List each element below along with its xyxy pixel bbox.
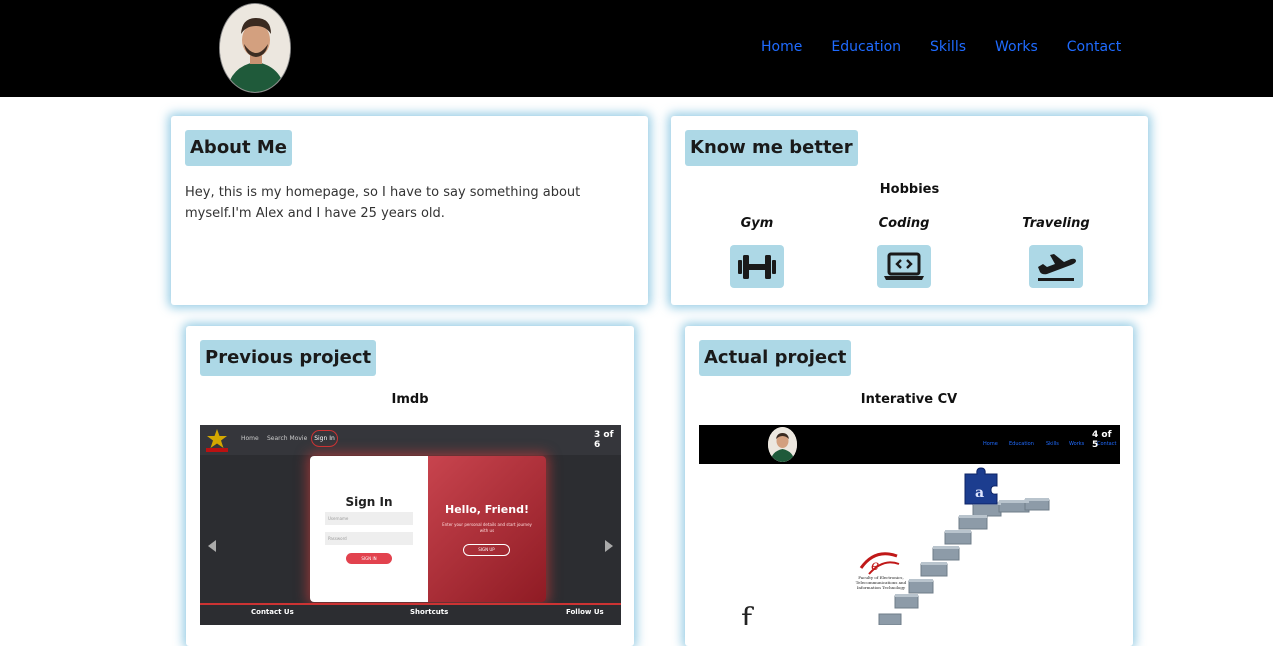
about-card: About Me Hey, this is my homepage, so I … (171, 116, 648, 305)
svg-text:a: a (975, 485, 984, 501)
cv-nav-home: Home (983, 441, 998, 447)
know-title: Know me better (685, 130, 858, 166)
cv-avatar (768, 427, 797, 462)
sign-in-heading: Sign In (345, 495, 393, 509)
footer-follow: Follow Us (566, 608, 604, 616)
password-field: Password (325, 532, 413, 545)
imdb-nav-home: Home (241, 435, 259, 442)
top-navbar: Home Education Skills Works Contact (0, 0, 1273, 97)
slide-counter: 4 of 5 (1092, 430, 1112, 450)
hobby-label: Traveling (1022, 216, 1090, 231)
svg-text:e: e (871, 558, 879, 574)
star-logo-icon (204, 427, 230, 453)
hobby-label: Coding (878, 216, 930, 231)
hobby-traveling: Traveling (996, 216, 1116, 288)
imdb-footer: Contact Us Shortcuts Follow Us (200, 603, 621, 625)
previous-project-name: Imdb (391, 392, 429, 407)
cv-nav-skills: Skills (1046, 441, 1059, 447)
faculty-caption: Faculty of Electronics, Telecommunicatio… (855, 575, 907, 590)
hobby-gym: Gym (697, 216, 817, 288)
plane-icon (1029, 245, 1083, 288)
cv-header: Home Education Skills Works Contact (699, 425, 1120, 464)
prev-slide-icon[interactable] (208, 540, 216, 552)
slide-counter: 3 of 6 (594, 430, 614, 450)
laptop-code-icon (877, 245, 931, 288)
actual-project-name: Interative CV (860, 392, 958, 407)
hobby-label: Gym (740, 216, 774, 231)
profile-avatar (219, 3, 291, 93)
previous-title: Previous project (200, 340, 377, 376)
actual-title: Actual project (699, 340, 852, 376)
nav-home-link[interactable]: Home (761, 39, 802, 55)
sign-up-panel: Hello, Friend! Enter your personal detai… (428, 456, 546, 602)
imdb-header: Home Search Movie Sign In (200, 425, 621, 455)
imdb-carousel[interactable]: Home Search Movie Sign In 3 of 6 Sign In… (200, 425, 621, 625)
nav-works-link[interactable]: Works (995, 39, 1038, 55)
hello-heading: Hello, Friend! (445, 503, 529, 516)
hobbies-heading: Hobbies (879, 182, 940, 197)
nav-education-link[interactable]: Education (831, 39, 901, 55)
svg-text:f: f (741, 602, 754, 625)
know-me-card: Know me better Hobbies Gym Coding Travel… (671, 116, 1148, 305)
footer-contact: Contact Us (251, 608, 294, 616)
hobby-coding: Coding (844, 216, 964, 288)
about-title: About Me (185, 130, 292, 166)
dumbbell-icon (730, 245, 784, 288)
sign-in-button: SIGN IN (346, 553, 392, 564)
footer-shortcuts: Shortcuts (410, 608, 449, 616)
sign-in-panel: Sign In Username Password SIGN IN (310, 456, 428, 602)
cv-carousel[interactable]: Home Education Skills Works Contact 4 of… (699, 425, 1120, 625)
username-field: Username (325, 512, 413, 525)
actual-project-card: Actual project Interative CV Home Educat… (685, 326, 1133, 646)
sign-up-button: SIGN UP (463, 544, 510, 556)
imdb-nav-signin: Sign In (311, 430, 338, 447)
hello-text: Enter your personal details and start jo… (442, 522, 532, 533)
about-text: Hey, this is my homepage, so I have to s… (185, 185, 581, 221)
nav-contact-link[interactable]: Contact (1067, 39, 1121, 55)
next-slide-icon[interactable] (605, 540, 613, 552)
imdb-nav-search: Search Movie (267, 435, 308, 442)
career-stairs-illustration: a e f (741, 467, 1050, 625)
main-nav: Home Education Skills Works Contact (761, 39, 1121, 55)
imdb-auth-modal: Sign In Username Password SIGN IN Hello,… (310, 456, 546, 602)
previous-project-card: Previous project Imdb Home Search Movie … (186, 326, 634, 646)
nav-skills-link[interactable]: Skills (930, 39, 966, 55)
cv-nav-education: Education (1009, 441, 1034, 447)
cv-nav-works: Works (1069, 441, 1085, 447)
